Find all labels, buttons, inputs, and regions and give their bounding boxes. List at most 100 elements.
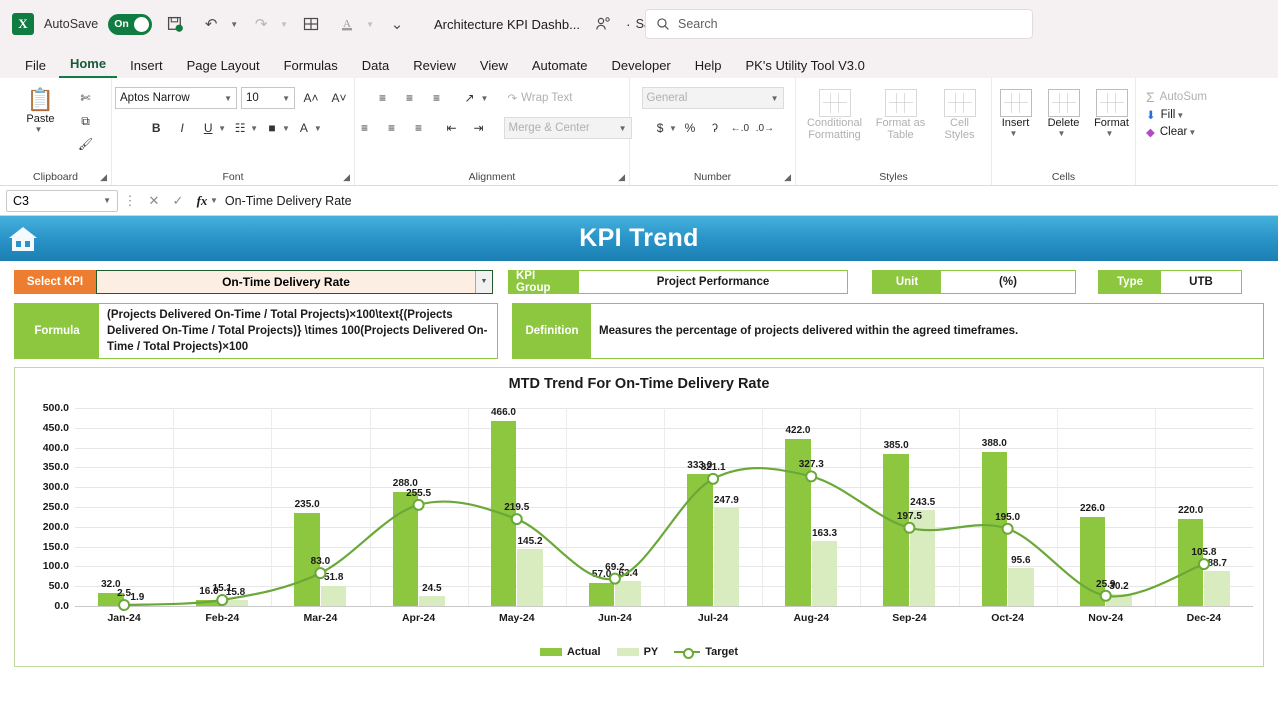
fx-chevron-down-icon[interactable]: ▼	[210, 196, 218, 205]
comma-format-icon[interactable]: ʔ	[703, 117, 727, 139]
insert-chevron-down-icon[interactable]: ▼	[1010, 129, 1018, 138]
fill-button[interactable]: ⬇ Fill ▼	[1146, 108, 1207, 122]
font-size-chevron-down-icon[interactable]: ▼	[282, 94, 290, 103]
font-name-chevron-down-icon[interactable]: ▼	[224, 94, 232, 103]
align-right-icon[interactable]: ≡	[407, 117, 431, 139]
name-box[interactable]: C3 ▼	[6, 190, 118, 212]
underline-button[interactable]: U	[196, 117, 220, 139]
tab-file[interactable]: File	[14, 55, 57, 78]
kpi-info-row: Formula (Projects Delivered On-Time / To…	[0, 297, 1278, 359]
delete-cells-button[interactable]: Delete ▼	[1042, 87, 1086, 138]
save-icon[interactable]	[162, 11, 188, 37]
sigma-icon: Σ	[1146, 89, 1155, 105]
chart-plot-area: 0.050.0100.0150.0200.0250.0300.0350.0400…	[75, 408, 1253, 606]
format-as-table-button[interactable]: Format as Table	[875, 87, 927, 141]
italic-button[interactable]: I	[170, 117, 194, 139]
legend-item-target[interactable]: Target	[674, 646, 738, 658]
cut-icon[interactable]: ✄	[74, 87, 98, 109]
font-size-combobox[interactable]: 10 ▼	[241, 87, 295, 109]
share-person-icon[interactable]	[590, 11, 616, 37]
percent-format-icon[interactable]: %	[678, 117, 702, 139]
more-commands-icon[interactable]: ⌄	[384, 11, 410, 37]
chart-label-target: 195.0	[995, 512, 1020, 523]
autosave-toggle[interactable]: On	[108, 14, 152, 35]
wrap-text-button[interactable]: ↷ Wrap Text	[503, 87, 613, 109]
copy-icon[interactable]: ⧉	[74, 110, 98, 132]
tab-help[interactable]: Help	[684, 55, 733, 78]
grow-font-icon[interactable]: A˄	[299, 87, 323, 109]
undo-chevron-down-icon[interactable]: ▼	[230, 20, 238, 29]
confirm-icon[interactable]: ✓	[166, 193, 190, 209]
clear-button[interactable]: ◆ Clear ▼	[1146, 125, 1207, 139]
tab-developer[interactable]: Developer	[601, 55, 682, 78]
number-format-combobox[interactable]: General ▼	[642, 87, 784, 109]
borders-icon[interactable]: ☷	[228, 117, 252, 139]
currency-chevron-down-icon[interactable]: ▼	[669, 124, 677, 133]
tab-insert[interactable]: Insert	[119, 55, 174, 78]
chart-x-axis-label: Sep-24	[892, 612, 926, 624]
align-top-icon[interactable]: ≡	[371, 87, 395, 109]
font-color-chevron-down-icon[interactable]: ▼	[366, 20, 374, 29]
decrease-indent-icon[interactable]: ⇤	[440, 117, 464, 139]
font-name-combobox[interactable]: Aptos Narrow ▼	[115, 87, 237, 109]
number-dialog-launcher-icon[interactable]: ◢	[784, 172, 791, 183]
insert-cells-button[interactable]: Insert ▼	[994, 87, 1038, 138]
delete-chevron-down-icon[interactable]: ▼	[1058, 129, 1066, 138]
tab-page-layout[interactable]: Page Layout	[176, 55, 271, 78]
formula-bar-input[interactable]: On-Time Delivery Rate	[218, 190, 1278, 212]
align-center-icon[interactable]: ≡	[380, 117, 404, 139]
clear-chevron-down-icon[interactable]: ▼	[1188, 128, 1196, 137]
align-middle-icon[interactable]: ≡	[398, 87, 422, 109]
search-input[interactable]: Search	[645, 9, 1033, 39]
clipboard-dialog-launcher-icon[interactable]: ◢	[100, 172, 107, 183]
font-color-chevron-down-icon-2[interactable]: ▼	[314, 124, 322, 133]
autosum-button[interactable]: Σ AutoSum	[1146, 89, 1207, 105]
name-box-chevron-down-icon[interactable]: ▼	[103, 196, 111, 205]
cancel-icon[interactable]: ✕	[142, 193, 166, 209]
legend-item-py[interactable]: PY	[617, 646, 659, 658]
font-color-icon[interactable]: A	[292, 117, 316, 139]
tab-data[interactable]: Data	[351, 55, 400, 78]
paste-chevron-down-icon[interactable]: ▼	[35, 125, 43, 134]
cell-styles-button[interactable]: Cell Styles	[939, 87, 981, 141]
table-icon[interactable]	[298, 11, 324, 37]
font-color-icon[interactable]: A	[334, 11, 360, 37]
fill-color-icon[interactable]: ■	[260, 117, 284, 139]
alignment-dialog-launcher-icon[interactable]: ◢	[618, 172, 625, 183]
conditional-formatting-button[interactable]: Conditional Formatting	[807, 87, 863, 141]
borders-chevron-down-icon[interactable]: ▼	[250, 124, 258, 133]
bold-button[interactable]: B	[144, 117, 168, 139]
tab-view[interactable]: View	[469, 55, 519, 78]
tab-pk-utility-tool[interactable]: PK's Utility Tool V3.0	[735, 55, 876, 78]
fill-color-chevron-down-icon[interactable]: ▼	[282, 124, 290, 133]
orientation-chevron-down-icon[interactable]: ▼	[481, 94, 489, 103]
tab-review[interactable]: Review	[402, 55, 467, 78]
document-title[interactable]: Architecture KPI Dashb...	[434, 17, 580, 32]
format-painter-icon[interactable]: 🖌	[74, 133, 98, 155]
formula-bar-more-icon[interactable]: ⋮	[118, 193, 142, 209]
shrink-font-icon[interactable]: A˅	[327, 87, 351, 109]
select-kpi-chevron-down-icon[interactable]: ▼	[475, 271, 492, 293]
select-kpi-dropdown[interactable]: On-Time Delivery Rate ▼	[96, 270, 493, 294]
definition-value: Measures the percentage of projects deli…	[591, 304, 1026, 358]
increase-indent-icon[interactable]: ⇥	[467, 117, 491, 139]
align-left-icon[interactable]: ≡	[353, 117, 377, 139]
fill-chevron-down-icon[interactable]: ▼	[1176, 111, 1184, 120]
paste-button[interactable]: 📋 Paste ▼	[14, 85, 68, 134]
merge-center-chevron-down-icon[interactable]: ▼	[619, 124, 627, 133]
format-chevron-down-icon[interactable]: ▼	[1106, 129, 1114, 138]
tab-home[interactable]: Home	[59, 53, 117, 78]
font-dialog-launcher-icon[interactable]: ◢	[343, 172, 350, 183]
increase-decimal-icon[interactable]: ←.0	[728, 117, 752, 139]
decrease-decimal-icon[interactable]: .0→	[753, 117, 777, 139]
merge-center-button[interactable]: Merge & Center ▼	[504, 117, 632, 139]
align-bottom-icon[interactable]: ≡	[425, 87, 449, 109]
underline-chevron-down-icon[interactable]: ▼	[218, 124, 226, 133]
number-format-chevron-down-icon[interactable]: ▼	[771, 94, 779, 103]
tab-automate[interactable]: Automate	[521, 55, 599, 78]
format-cells-button[interactable]: Format ▼	[1090, 87, 1134, 138]
legend-item-actual[interactable]: Actual	[540, 646, 601, 658]
tab-formulas[interactable]: Formulas	[273, 55, 349, 78]
text-orientation-icon[interactable]: ↗	[458, 87, 482, 109]
undo-icon[interactable]: ↶	[198, 11, 224, 37]
